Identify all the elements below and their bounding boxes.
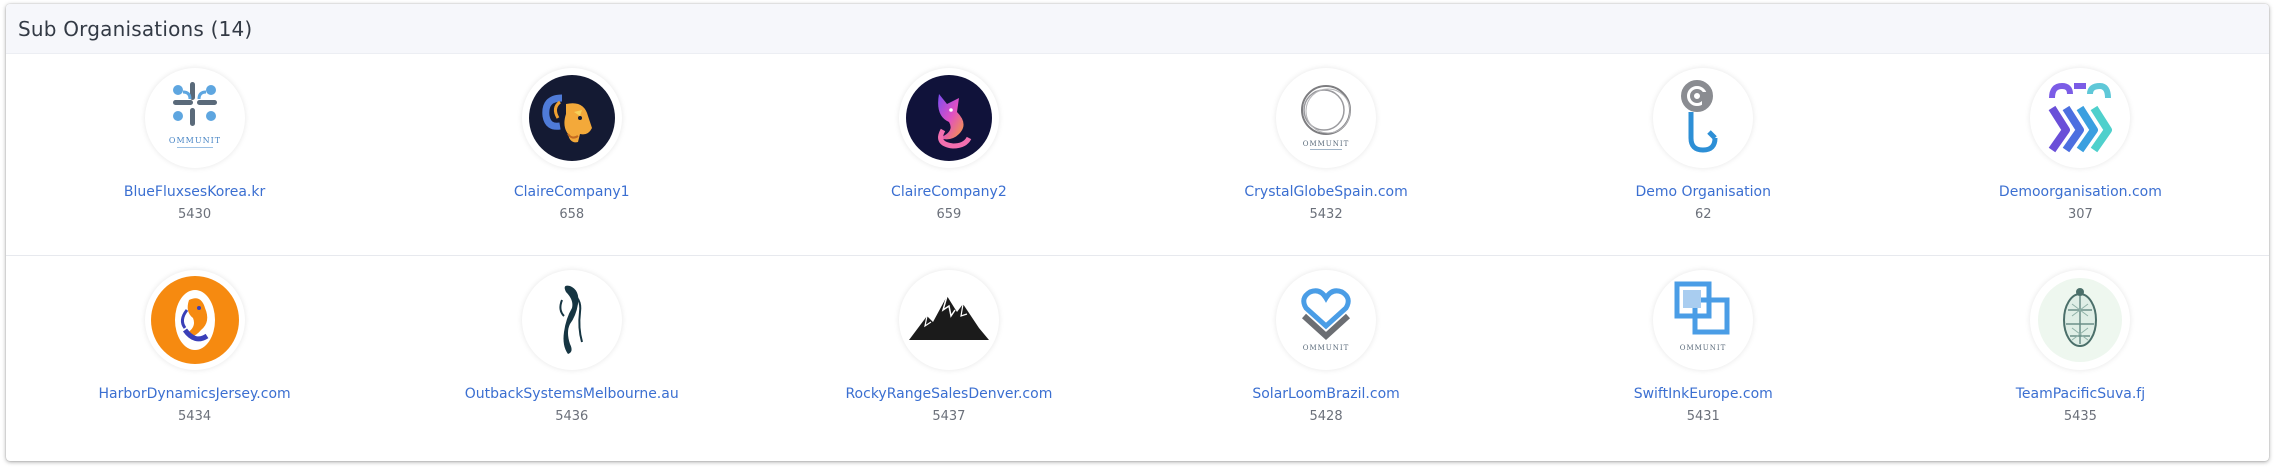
org-count: 307 <box>2067 207 2093 222</box>
org-name-link[interactable]: OutbackSystemsMelbourne.au <box>465 386 679 402</box>
org-name-link[interactable]: BlueFluxsesKorea.kr <box>124 184 265 200</box>
logo-text: OMMUNIT <box>1303 344 1350 352</box>
org-item[interactable]: OMMUNIT BlueFluxsesKorea.kr 5430 <box>6 54 383 255</box>
org-name-link[interactable]: CrystalGlobeSpain.com <box>1244 184 1407 200</box>
ring-community-logo[interactable]: OMMUNIT <box>1276 68 1377 168</box>
org-count: 5434 <box>178 409 212 424</box>
org-count: 5430 <box>178 207 212 222</box>
card-header: Sub Organisations (14) <box>6 4 2269 54</box>
org-item[interactable]: Demo Organisation 62 <box>1515 54 1892 255</box>
org-item[interactable]: RockyRangeSalesDenver.com 5437 <box>760 256 1137 460</box>
org-name-link[interactable]: ClaireCompany2 <box>891 184 1007 200</box>
org-item[interactable]: OMMUNIT SwiftInkEurope.com 5431 <box>1515 256 1892 460</box>
org-item[interactable]: ClaireCompany1 658 <box>383 54 760 255</box>
chain-links-logo[interactable] <box>2030 68 2131 168</box>
org-item[interactable]: ClaireCompany2 659 <box>760 54 1137 255</box>
turtle-logo[interactable] <box>2030 270 2131 370</box>
sub-organisations-card: Sub Organisations (14) OMMUNIT BlueFluxs… <box>6 4 2269 461</box>
org-count: 659 <box>936 207 962 222</box>
heart-community-logo[interactable]: OMMUNIT <box>1276 270 1377 370</box>
org-item[interactable]: OMMUNIT CrystalGlobeSpain.com 5432 <box>1137 54 1514 255</box>
org-item[interactable]: TeamPacificSuva.fj 5435 <box>1892 256 2269 460</box>
org-count: 5435 <box>2063 409 2097 424</box>
org-name-link[interactable]: RockyRangeSalesDenver.com <box>845 386 1052 402</box>
org-name-link[interactable]: Demoorganisation.com <box>1999 184 2162 200</box>
org-item[interactable]: OMMUNIT SolarLoomBrazil.com 5428 <box>1137 256 1514 460</box>
org-count: 5432 <box>1309 207 1343 222</box>
org-name-link[interactable]: SolarLoomBrazil.com <box>1252 386 1399 402</box>
org-item[interactable]: HarborDynamicsJersey.com 5434 <box>6 256 383 460</box>
org-name-link[interactable]: ClaireCompany1 <box>514 184 630 200</box>
org-name-link[interactable]: Demo Organisation <box>1635 184 1771 200</box>
org-count: 62 <box>1694 207 1712 222</box>
orange-phoenix-logo[interactable] <box>144 270 245 370</box>
fox-logo[interactable] <box>898 68 999 168</box>
org-count: 5436 <box>555 409 589 424</box>
card-title: Sub Organisations (14) <box>18 16 253 41</box>
ram-logo[interactable] <box>521 68 622 168</box>
logo-text: OMMUNIT <box>168 136 220 145</box>
logo-text: OMMUNIT <box>1303 140 1350 148</box>
org-count: 5437 <box>932 409 966 424</box>
org-name-link[interactable]: TeamPacificSuva.fj <box>2016 386 2145 402</box>
org-item[interactable]: OutbackSystemsMelbourne.au 5436 <box>383 256 760 460</box>
org-item[interactable]: Demoorganisation.com 307 <box>1892 54 2269 255</box>
org-count: 5431 <box>1686 409 1720 424</box>
org-count: 5428 <box>1309 409 1343 424</box>
horse-logo[interactable] <box>521 270 622 370</box>
org-count: 658 <box>559 207 585 222</box>
at-hook-logo[interactable] <box>1653 68 1754 168</box>
org-name-link[interactable]: HarborDynamicsJersey.com <box>99 386 291 402</box>
org-row-1: OMMUNIT BlueFluxsesKorea.kr 5430 ClaireC… <box>6 54 2269 256</box>
mountains-logo[interactable] <box>898 270 999 370</box>
squares-community-logo[interactable]: OMMUNIT <box>1653 270 1754 370</box>
org-row-2: HarborDynamicsJersey.com 5434 OutbackSys… <box>6 256 2269 460</box>
logo-text: OMMUNIT <box>1680 344 1727 352</box>
blue-cross-community-logo[interactable]: OMMUNIT <box>144 68 245 168</box>
org-name-link[interactable]: SwiftInkEurope.com <box>1634 386 1773 402</box>
